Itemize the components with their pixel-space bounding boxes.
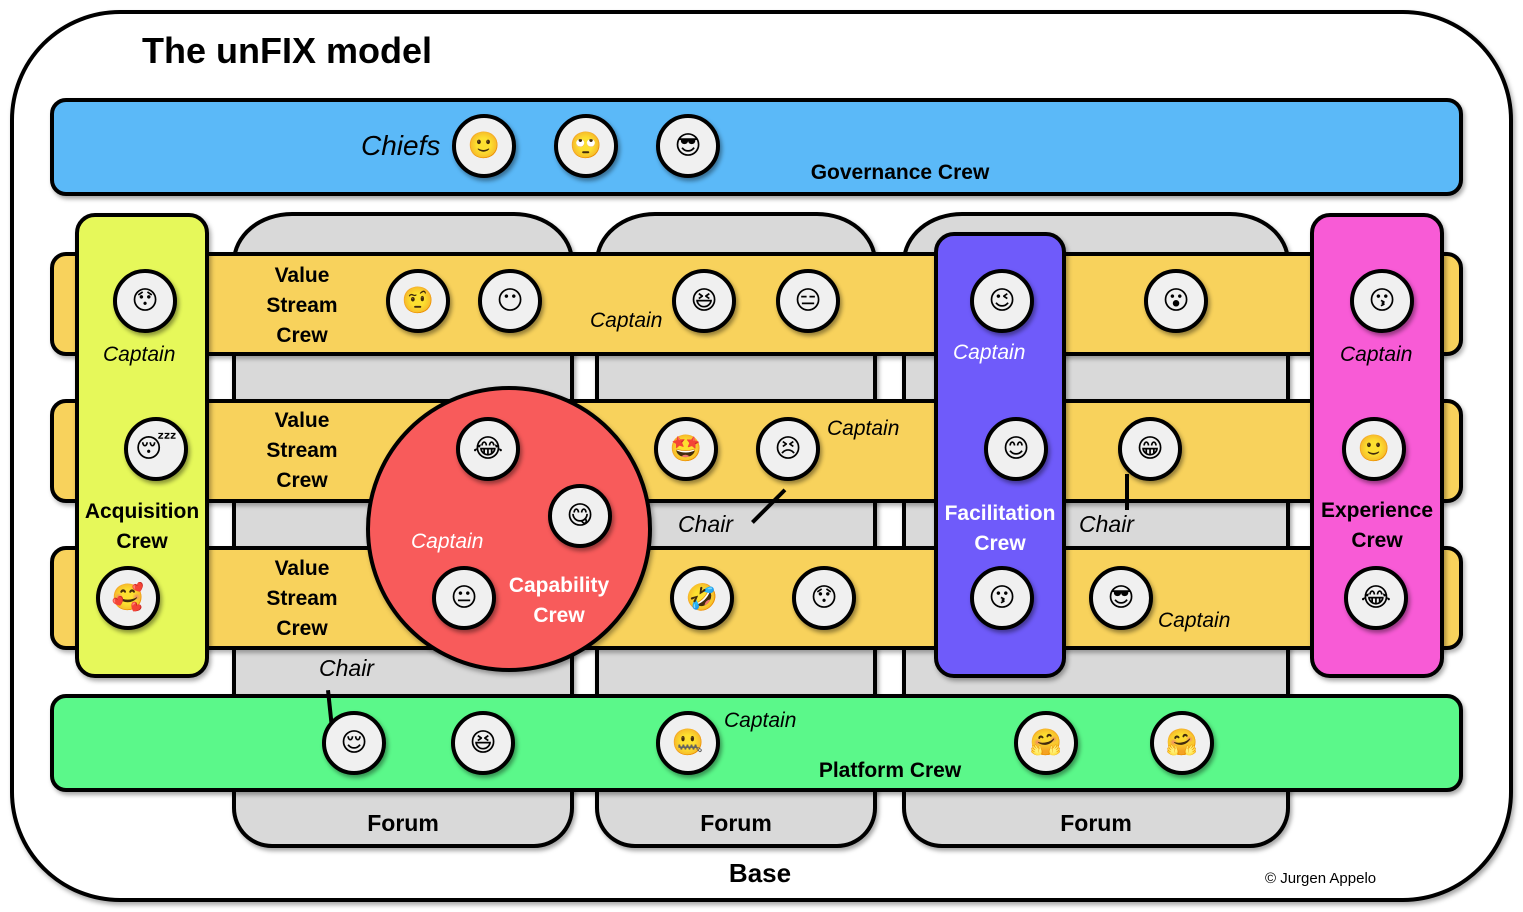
facilitation-crew-label: Facilitation Crew (934, 499, 1066, 559)
chair-avatar: 😁 (1118, 417, 1182, 481)
captain-avatar: 😗 (1350, 269, 1414, 333)
label-line: Crew (276, 469, 328, 492)
value-stream-label: Value Stream Crew (252, 554, 352, 644)
chief-avatar: 🙄 (554, 114, 618, 178)
chief-avatar: 🙂 (452, 114, 516, 178)
label-line: Capability (508, 574, 610, 597)
governance-crew-label: Governance Crew (810, 161, 990, 184)
forum-label: Forum (1060, 810, 1132, 836)
captain-avatar: 😎 (1089, 566, 1153, 630)
chair-avatar: 😌 (322, 711, 386, 775)
crew-member-avatar: 😮 (1144, 269, 1208, 333)
experience-crew-label: Experience Crew (1310, 496, 1444, 556)
crew-member-avatar: 😂 (456, 417, 520, 481)
forum-label: Forum (700, 810, 772, 836)
diagram-title: The unFIX model (142, 30, 433, 71)
crew-member-avatar: 🥰 (96, 566, 160, 630)
label-line: Acquisition (84, 500, 200, 523)
label-line: Value (274, 409, 330, 432)
crew-member-avatar: 😴 (124, 417, 188, 481)
captain-label: Captain (411, 530, 484, 553)
captain-avatar: 😣 (756, 417, 820, 481)
label-line: Stream (266, 587, 338, 610)
captain-avatar: 😯 (113, 269, 177, 333)
crew-member-avatar: 😶 (478, 269, 542, 333)
label-line: Value (274, 557, 330, 580)
crew-member-avatar: 😂 (1344, 566, 1408, 630)
label-line: Crew (276, 617, 328, 640)
chair-label: Chair (1079, 511, 1134, 537)
label-line: Crew (974, 532, 1026, 555)
chair-label: Chair (678, 511, 733, 537)
crew-member-avatar: 🤗 (1150, 711, 1214, 775)
label-line: Facilitation (944, 502, 1056, 525)
label-line: Stream (266, 439, 338, 462)
captain-avatar: 🤐 (656, 711, 720, 775)
chair-connector (1125, 474, 1129, 510)
crew-member-avatar: 😆 (451, 711, 515, 775)
crew-member-avatar: 🙂 (1342, 417, 1406, 481)
label-line: Stream (266, 294, 338, 317)
chief-avatar: 😎 (656, 114, 720, 178)
copyright-text: © Jurgen Appelo (1265, 870, 1377, 887)
captain-avatar: 😆 (672, 269, 736, 333)
label-line: Crew (533, 604, 585, 627)
chair-label: Chair (319, 655, 374, 681)
captain-label: Captain (1340, 343, 1413, 366)
acquisition-crew-label: Acquisition Crew (75, 497, 209, 557)
governance-crew (50, 98, 1463, 196)
crew-member-avatar: 😗 (970, 566, 1034, 630)
crew-member-avatar: 🤗 (1014, 711, 1078, 775)
crew-member-avatar: 😋 (548, 484, 612, 548)
captain-label: Captain (590, 309, 663, 332)
captain-label: Captain (724, 709, 797, 732)
captain-label: Captain (953, 341, 1026, 364)
captain-avatar: 😐 (432, 566, 496, 630)
crew-member-avatar: 😯 (792, 566, 856, 630)
value-stream-label: Value Stream Crew (252, 406, 352, 496)
label-line: Crew (1351, 529, 1403, 552)
label-line: Experience (1320, 499, 1434, 522)
crew-member-avatar: 😑 (776, 269, 840, 333)
captain-label: Captain (1158, 609, 1231, 632)
crew-member-avatar: 🤨 (386, 269, 450, 333)
platform-crew-label: Platform Crew (818, 759, 962, 782)
value-stream-label: Value Stream Crew (252, 261, 352, 351)
capability-crew-label: Capability Crew (500, 571, 618, 631)
crew-member-avatar: 😊 (984, 417, 1048, 481)
label-line: Crew (276, 324, 328, 347)
base-label: Base (728, 858, 792, 888)
crew-member-avatar: 🤣 (670, 566, 734, 630)
captain-avatar: 😉 (970, 269, 1034, 333)
forum-label: Forum (367, 810, 439, 836)
label-line: Crew (116, 530, 168, 553)
label-line: Value (274, 264, 330, 287)
captain-label: Captain (827, 417, 900, 440)
crew-member-avatar: 🤩 (654, 417, 718, 481)
captain-label: Captain (103, 343, 176, 366)
chiefs-label: Chiefs (361, 130, 441, 161)
